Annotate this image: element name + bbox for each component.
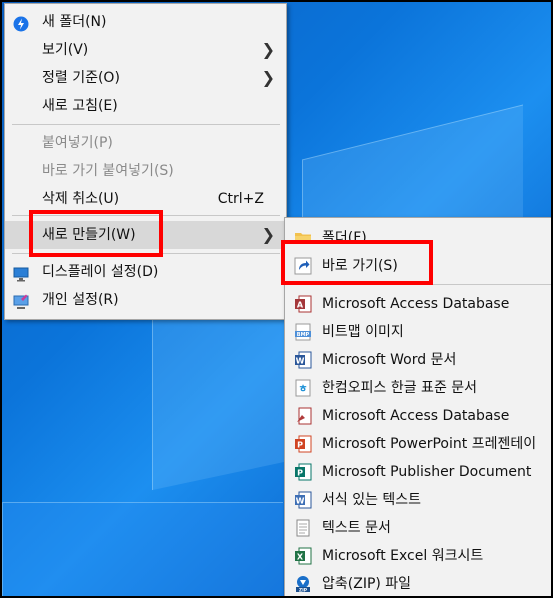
text-doc-icon: [294, 519, 312, 537]
submenu-item-access-database[interactable]: A Microsoft Access Database: [285, 290, 551, 318]
svg-text:W: W: [296, 497, 305, 506]
display-icon: [13, 264, 29, 282]
svg-text:P: P: [297, 441, 303, 450]
menu-separator: [12, 124, 280, 125]
shortcut-icon: [294, 257, 312, 275]
submenu-item-publisher[interactable]: P Microsoft Publisher Document: [285, 458, 551, 486]
shortcut-text: Ctrl+Z: [217, 191, 264, 207]
chevron-right-icon: ❯: [261, 40, 275, 59]
chevron-right-icon: ❯: [261, 225, 275, 244]
new-folder-icon: [13, 14, 29, 32]
submenu-item-powerpoint[interactable]: P Microsoft PowerPoint 프레젠테이: [285, 430, 551, 458]
excel-icon: X: [294, 547, 312, 565]
menu-item-paste-shortcut: 바로 가기 붙여넣기(S): [42, 163, 174, 179]
submenu-item-folder[interactable]: 폴더(F): [285, 224, 551, 252]
folder-icon: [294, 229, 312, 247]
access-icon: [294, 407, 312, 425]
personalize-icon: [13, 292, 29, 309]
wallpaper-pane: [2, 502, 283, 596]
svg-text:ㅎ: ㅎ: [298, 383, 307, 395]
svg-text:P: P: [297, 469, 303, 478]
zip-icon: ZIP: [294, 575, 312, 593]
submenu-item-shortcut[interactable]: 바로 가기(S): [285, 252, 551, 280]
hwp-icon: ㅎ: [294, 379, 312, 397]
submenu-item-rich-text[interactable]: W 서식 있는 텍스트: [285, 486, 551, 514]
chevron-right-icon: ❯: [261, 68, 275, 87]
access-icon: A: [294, 295, 312, 313]
menu-item-paste: 붙여넣기(P): [42, 135, 113, 151]
menu-separator: [321, 284, 551, 285]
submenu-item-bitmap[interactable]: BMP 비트맵 이미지: [285, 318, 551, 346]
new-submenu: 폴더(F) 바로 가기(S) A Microsoft Access Databa…: [284, 217, 551, 596]
submenu-item-hwp-document[interactable]: ㅎ 한컴오피스 한글 표준 문서: [285, 374, 551, 402]
menu-item-refresh[interactable]: 새로 고침(E): [5, 92, 286, 120]
bitmap-icon: BMP: [294, 323, 312, 341]
menu-item-new-folder[interactable]: 새 폴더(N): [5, 8, 286, 36]
publisher-icon: P: [294, 463, 312, 481]
svg-text:A: A: [297, 301, 304, 310]
menu-item-view[interactable]: 보기(V) ❯: [5, 36, 286, 64]
desktop: 새 폴더(N) 보기(V) ❯ 정렬 기준(O) ❯ 새로 고침(E) 붙여넣기…: [2, 2, 551, 596]
rtf-icon: W: [294, 491, 312, 509]
svg-text:ZIP: ZIP: [299, 587, 308, 593]
submenu-item-zip[interactable]: ZIP 압축(ZIP) 파일: [285, 570, 551, 596]
svg-text:BMP: BMP: [297, 332, 310, 338]
menu-item-undo-delete[interactable]: 삭제 취소(U) Ctrl+Z: [5, 185, 286, 213]
menu-item-personalize[interactable]: 개인 설정(R): [5, 286, 286, 314]
submenu-item-excel[interactable]: X Microsoft Excel 워크시트: [285, 542, 551, 570]
menu-item-sort-by[interactable]: 정렬 기준(O) ❯: [5, 64, 286, 92]
menu-separator: [12, 215, 280, 216]
submenu-item-access-database-2[interactable]: Microsoft Access Database: [285, 402, 551, 430]
menu-item-display-settings[interactable]: 디스플레이 설정(D): [5, 258, 286, 286]
word-icon: W: [294, 351, 312, 369]
powerpoint-icon: P: [294, 435, 312, 453]
submenu-item-text-document[interactable]: 텍스트 문서: [285, 514, 551, 542]
context-menu: 새 폴더(N) 보기(V) ❯ 정렬 기준(O) ❯ 새로 고침(E) 붙여넣기…: [4, 3, 287, 320]
svg-text:X: X: [297, 553, 304, 562]
svg-text:W: W: [296, 357, 305, 366]
submenu-item-word-document[interactable]: W Microsoft Word 문서: [285, 346, 551, 374]
menu-separator: [12, 253, 280, 254]
menu-item-new[interactable]: 새로 만들기(W) ❯: [5, 221, 286, 249]
